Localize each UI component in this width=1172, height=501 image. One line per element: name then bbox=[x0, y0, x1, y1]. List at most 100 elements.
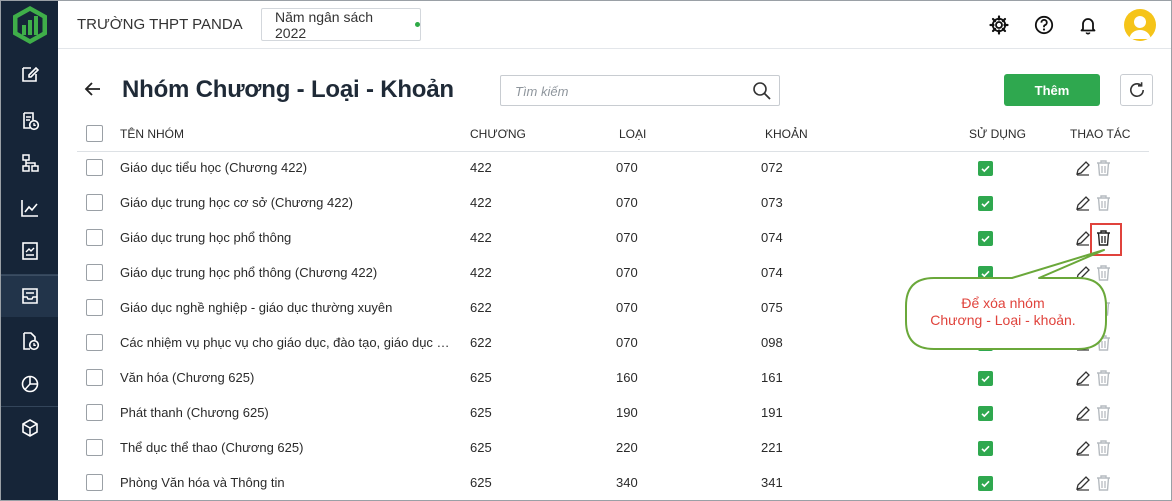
cell-chuong: 625 bbox=[470, 405, 492, 420]
settings-button[interactable] bbox=[988, 14, 1010, 36]
cell-loai: 070 bbox=[616, 265, 638, 280]
sidebar-item-receipt[interactable] bbox=[1, 101, 58, 141]
trash-icon bbox=[1095, 194, 1112, 212]
cell-khoan: 074 bbox=[761, 230, 783, 245]
row-checkbox[interactable] bbox=[86, 229, 103, 246]
row-checkbox[interactable] bbox=[86, 369, 103, 386]
cube-icon bbox=[21, 419, 38, 437]
cell-name: Giáo dục nghề nghiệp - giáo dục thường x… bbox=[120, 300, 393, 315]
delete-button[interactable] bbox=[1095, 264, 1112, 282]
delete-button[interactable] bbox=[1095, 404, 1112, 422]
delete-button[interactable] bbox=[1095, 194, 1112, 212]
row-checkbox[interactable] bbox=[86, 159, 103, 176]
delete-button[interactable] bbox=[1095, 439, 1112, 457]
delete-button[interactable] bbox=[1095, 159, 1112, 177]
sidebar-item-doc-history[interactable] bbox=[1, 321, 58, 361]
table-row[interactable]: Các nhiệm vụ phục vụ cho giáo dục, đào t… bbox=[77, 326, 1149, 361]
search-input[interactable] bbox=[515, 82, 745, 100]
column-header-chuong: CHƯƠNG bbox=[470, 127, 526, 141]
report-chart-icon bbox=[21, 242, 38, 260]
in-use-checkbox[interactable] bbox=[978, 406, 993, 421]
table-row[interactable]: Văn hóa (Chương 625) 625 160 161 bbox=[77, 361, 1149, 396]
refresh-icon bbox=[1129, 82, 1144, 98]
delete-button[interactable] bbox=[1095, 369, 1112, 387]
in-use-checkbox[interactable] bbox=[978, 231, 993, 246]
cell-khoan: 221 bbox=[761, 440, 783, 455]
in-use-checkbox[interactable] bbox=[978, 266, 993, 281]
table-row[interactable]: Giáo dục trung học cơ sở (Chương 422) 422… bbox=[77, 186, 1149, 221]
sidebar-item-report[interactable] bbox=[1, 231, 58, 271]
pencil-icon bbox=[1075, 195, 1091, 211]
edit-button[interactable] bbox=[1075, 230, 1091, 246]
select-all-checkbox[interactable] bbox=[86, 125, 103, 142]
callout-line-1: Để xóa nhóm bbox=[961, 295, 1045, 311]
row-checkbox[interactable] bbox=[86, 264, 103, 281]
budget-year-selector[interactable]: Năm ngân sách 2022 bbox=[261, 8, 421, 41]
in-use-checkbox[interactable] bbox=[978, 196, 993, 211]
column-header-su-dung: SỬ DỤNG bbox=[969, 127, 1026, 141]
table-row[interactable]: Giáo dục trung học phổ thông 422 070 074 bbox=[77, 221, 1149, 256]
in-use-checkbox[interactable] bbox=[978, 336, 993, 351]
sidebar-item-org[interactable] bbox=[1, 143, 58, 183]
notifications-button[interactable] bbox=[1077, 14, 1099, 36]
edit-button[interactable] bbox=[1075, 160, 1091, 176]
in-use-checkbox[interactable] bbox=[978, 476, 993, 491]
row-checkbox[interactable] bbox=[86, 334, 103, 351]
row-checkbox[interactable] bbox=[86, 474, 103, 491]
cell-name: Văn hóa (Chương 625) bbox=[120, 370, 255, 385]
cell-loai: 160 bbox=[616, 370, 638, 385]
edit-button[interactable] bbox=[1075, 265, 1091, 281]
sidebar-item-inbox[interactable] bbox=[1, 275, 58, 317]
in-use-checkbox[interactable] bbox=[978, 371, 993, 386]
check-icon bbox=[980, 198, 991, 209]
cell-khoan: 074 bbox=[761, 265, 783, 280]
pencil-icon bbox=[1075, 475, 1091, 491]
sidebar-item-pie[interactable] bbox=[1, 364, 58, 404]
check-icon bbox=[980, 233, 991, 244]
cell-chuong: 622 bbox=[470, 335, 492, 350]
table-row[interactable]: Phòng Văn hóa và Thông tin 625 340 341 bbox=[77, 466, 1149, 500]
refresh-button[interactable] bbox=[1120, 74, 1153, 106]
in-use-checkbox[interactable] bbox=[978, 441, 993, 456]
cell-chuong: 422 bbox=[470, 195, 492, 210]
sidebar-item-edit[interactable] bbox=[1, 54, 58, 94]
delete-button[interactable] bbox=[1095, 474, 1112, 492]
edit-button[interactable] bbox=[1075, 370, 1091, 386]
cell-loai: 070 bbox=[616, 335, 638, 350]
help-button[interactable] bbox=[1033, 14, 1055, 36]
table-row[interactable]: Giáo dục trung học phổ thông (Chương 422… bbox=[77, 256, 1149, 291]
edit-button[interactable] bbox=[1075, 405, 1091, 421]
app-window: TRƯỜNG THPT PANDA Năm ngân sách 2022 Nhó… bbox=[0, 0, 1172, 501]
edit-button[interactable] bbox=[1075, 475, 1091, 491]
cell-khoan: 341 bbox=[761, 475, 783, 490]
back-button[interactable] bbox=[83, 78, 103, 100]
sidebar-item-package[interactable] bbox=[1, 408, 58, 448]
row-checkbox[interactable] bbox=[86, 299, 103, 316]
edit-button[interactable] bbox=[1075, 440, 1091, 456]
cell-name: Thể dục thể thao (Chương 625) bbox=[120, 440, 304, 455]
table-row[interactable]: Phát thanh (Chương 625) 625 190 191 bbox=[77, 396, 1149, 431]
cell-khoan: 191 bbox=[761, 405, 783, 420]
delete-button[interactable] bbox=[1095, 334, 1112, 352]
sidebar-item-trend[interactable] bbox=[1, 188, 58, 228]
delete-button[interactable] bbox=[1095, 299, 1112, 317]
row-checkbox[interactable] bbox=[86, 439, 103, 456]
add-button[interactable]: Thêm bbox=[1004, 74, 1100, 106]
table-header: TÊN NHÓM CHƯƠNG LOẠI KHOẢN SỬ DỤNG THAO … bbox=[77, 118, 1149, 152]
budget-year-label: Năm ngân sách 2022 bbox=[275, 8, 374, 41]
table-row[interactable]: Thể dục thể thao (Chương 625) 625 220 221 bbox=[77, 431, 1149, 466]
table-row[interactable]: Giáo dục tiểu học (Chương 422) 422 070 072 bbox=[77, 151, 1149, 186]
check-icon bbox=[980, 163, 991, 174]
search-box[interactable] bbox=[500, 75, 780, 106]
edit-button[interactable] bbox=[1075, 335, 1091, 351]
pencil-icon bbox=[1075, 440, 1091, 456]
row-checkbox[interactable] bbox=[86, 404, 103, 421]
search-icon[interactable] bbox=[752, 81, 772, 101]
app-logo[interactable] bbox=[1, 1, 58, 49]
user-avatar[interactable] bbox=[1124, 9, 1156, 41]
pencil-icon bbox=[1075, 160, 1091, 176]
row-checkbox[interactable] bbox=[86, 194, 103, 211]
in-use-checkbox[interactable] bbox=[978, 161, 993, 176]
edit-button[interactable] bbox=[1075, 195, 1091, 211]
cell-khoan: 161 bbox=[761, 370, 783, 385]
